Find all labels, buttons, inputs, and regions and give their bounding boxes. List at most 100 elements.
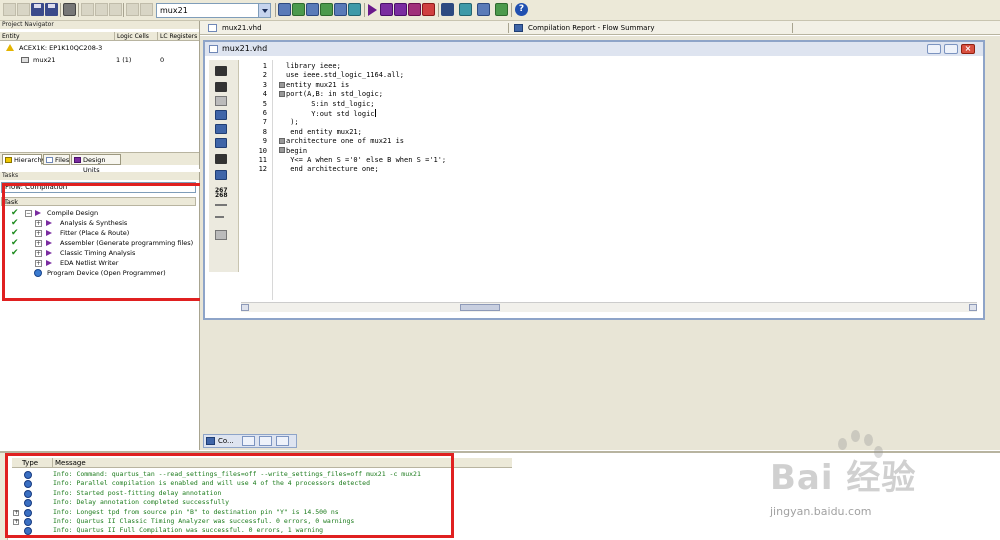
chip-planner-icon[interactable] bbox=[459, 3, 472, 16]
undo-icon[interactable] bbox=[126, 3, 139, 16]
maximize-button[interactable] bbox=[259, 436, 272, 446]
report-icon bbox=[206, 437, 215, 445]
find-icon[interactable] bbox=[215, 82, 227, 92]
code-line[interactable]: library ieee; bbox=[286, 62, 341, 71]
code-line[interactable]: port(A,B: in std_logic; bbox=[286, 90, 383, 99]
programmer-icon[interactable] bbox=[441, 3, 454, 16]
toolbar-separator bbox=[275, 3, 276, 17]
uncomment-icon[interactable] bbox=[215, 230, 227, 240]
files-icon bbox=[46, 157, 53, 163]
tree-row-device[interactable]: ACEX1K: EP1K10QC208-3 bbox=[0, 43, 199, 53]
save-icon[interactable] bbox=[31, 3, 44, 16]
logic-cells-value: 1 (1) bbox=[116, 56, 132, 64]
restore-button[interactable] bbox=[242, 436, 255, 446]
waveform-icon[interactable] bbox=[422, 3, 435, 16]
entity-label: mux21 bbox=[33, 56, 56, 64]
help-icon[interactable]: ? bbox=[515, 3, 528, 16]
analysis-icon[interactable] bbox=[292, 3, 305, 16]
close-button[interactable]: × bbox=[961, 44, 975, 54]
scroll-left-icon[interactable] bbox=[241, 304, 249, 311]
baidu-watermark: Bai 经验 jingyan.baidu.com bbox=[770, 430, 990, 530]
editor-title: mux21.vhd bbox=[222, 44, 268, 53]
bookmark-icon[interactable] bbox=[215, 138, 227, 148]
attach-icon[interactable] bbox=[215, 154, 227, 164]
run-icon[interactable] bbox=[394, 3, 407, 16]
project-combo[interactable]: mux21 bbox=[156, 3, 271, 18]
simulation-icon[interactable] bbox=[408, 3, 421, 16]
tab-files[interactable]: Files bbox=[43, 154, 70, 165]
tab-separator bbox=[508, 23, 509, 33]
line-number: 3 bbox=[262, 80, 267, 89]
horizontal-scrollbar[interactable] bbox=[241, 302, 977, 312]
chevron-down-icon[interactable] bbox=[258, 4, 270, 17]
line-number: 5 bbox=[262, 99, 267, 108]
code-line[interactable]: begin bbox=[286, 147, 307, 156]
warning-icon bbox=[6, 44, 14, 51]
code-line[interactable]: entity mux21 is bbox=[286, 81, 349, 90]
code-line[interactable]: use ieee.std_logic_1164.all; bbox=[286, 71, 404, 80]
scroll-right-icon[interactable] bbox=[969, 304, 977, 311]
code-line[interactable]: end entity mux21; bbox=[286, 128, 362, 137]
tab-label: Hierarchy bbox=[14, 156, 46, 164]
eda-icon[interactable] bbox=[348, 3, 361, 16]
fold-marker[interactable] bbox=[279, 147, 285, 153]
minimize-button[interactable] bbox=[927, 44, 941, 54]
code-line[interactable]: ); bbox=[286, 118, 298, 127]
doc-tab-vhd[interactable]: mux21.vhd bbox=[204, 21, 262, 35]
start-icon[interactable] bbox=[368, 4, 377, 16]
scrollbar-thumb[interactable] bbox=[460, 304, 500, 311]
line-number: 2 bbox=[262, 71, 267, 80]
project-combo-value: mux21 bbox=[160, 6, 188, 15]
editor-side-toolbar: 267 268 bbox=[209, 60, 239, 272]
fold-marker[interactable] bbox=[279, 91, 285, 97]
copy-icon[interactable] bbox=[95, 3, 108, 16]
template-icon[interactable] bbox=[215, 170, 227, 180]
paste-icon[interactable] bbox=[109, 3, 122, 16]
restore-button[interactable] bbox=[944, 44, 958, 54]
timing-icon[interactable] bbox=[334, 3, 347, 16]
compile-icon[interactable] bbox=[278, 3, 291, 16]
code-line[interactable]: architecture one of mux21 is bbox=[286, 137, 404, 146]
fold-marker[interactable] bbox=[279, 82, 285, 88]
tab-design-units[interactable]: Design Units bbox=[71, 154, 121, 174]
code-line[interactable]: Y<= A when S ='0' else B when S ='1'; bbox=[286, 156, 446, 165]
divider-icon[interactable] bbox=[215, 204, 227, 206]
insert-template-icon[interactable] bbox=[215, 124, 227, 134]
stop-icon[interactable] bbox=[380, 3, 393, 16]
col-lc-registers[interactable]: LC Registers bbox=[157, 32, 197, 41]
fold-marker[interactable] bbox=[279, 138, 285, 144]
redo-icon[interactable] bbox=[140, 3, 153, 16]
minimized-compilation-window[interactable]: Co... bbox=[203, 434, 297, 448]
rtl-viewer-icon[interactable] bbox=[477, 3, 490, 16]
print-icon[interactable] bbox=[63, 3, 76, 16]
file-icon bbox=[208, 24, 217, 32]
code-line[interactable]: end architecture one; bbox=[286, 165, 379, 174]
comment-icon[interactable] bbox=[215, 216, 224, 218]
tab-hierarchy[interactable]: Hierarchy bbox=[2, 154, 46, 165]
save-all-icon[interactable] bbox=[45, 3, 58, 16]
assembler-icon[interactable] bbox=[320, 3, 333, 16]
chip-icon bbox=[21, 57, 29, 63]
col-entity[interactable]: Entity bbox=[2, 32, 20, 41]
block-icon[interactable] bbox=[215, 110, 227, 120]
editor-titlebar[interactable]: mux21.vhd × bbox=[205, 42, 983, 56]
toolbar-separator bbox=[364, 3, 365, 17]
col-logic-cells[interactable]: Logic Cells bbox=[114, 32, 149, 41]
doc-tab-label: Compilation Report - Flow Summary bbox=[528, 24, 655, 32]
fitter-icon[interactable] bbox=[306, 3, 319, 16]
doc-tab-report[interactable]: Compilation Report - Flow Summary bbox=[510, 21, 654, 35]
line-number-icon[interactable]: 267 268 bbox=[215, 188, 228, 199]
close-button[interactable] bbox=[276, 436, 289, 446]
open-icon[interactable] bbox=[17, 3, 30, 16]
netlist-icon[interactable] bbox=[495, 3, 508, 16]
indent-icon[interactable] bbox=[215, 96, 227, 106]
toolbar-separator bbox=[123, 3, 124, 17]
code-line[interactable]: Y:out std logic bbox=[286, 109, 376, 119]
cut-icon[interactable] bbox=[81, 3, 94, 16]
new-file-icon[interactable] bbox=[3, 3, 16, 16]
tree-row-entity[interactable]: mux21 1 (1) 0 bbox=[0, 55, 199, 65]
code-line[interactable]: S:in std_logic; bbox=[286, 100, 374, 109]
open-icon[interactable] bbox=[215, 66, 227, 76]
project-navigator: Project Navigator Entity Logic Cells LC … bbox=[0, 21, 200, 174]
tab-separator bbox=[792, 23, 793, 33]
